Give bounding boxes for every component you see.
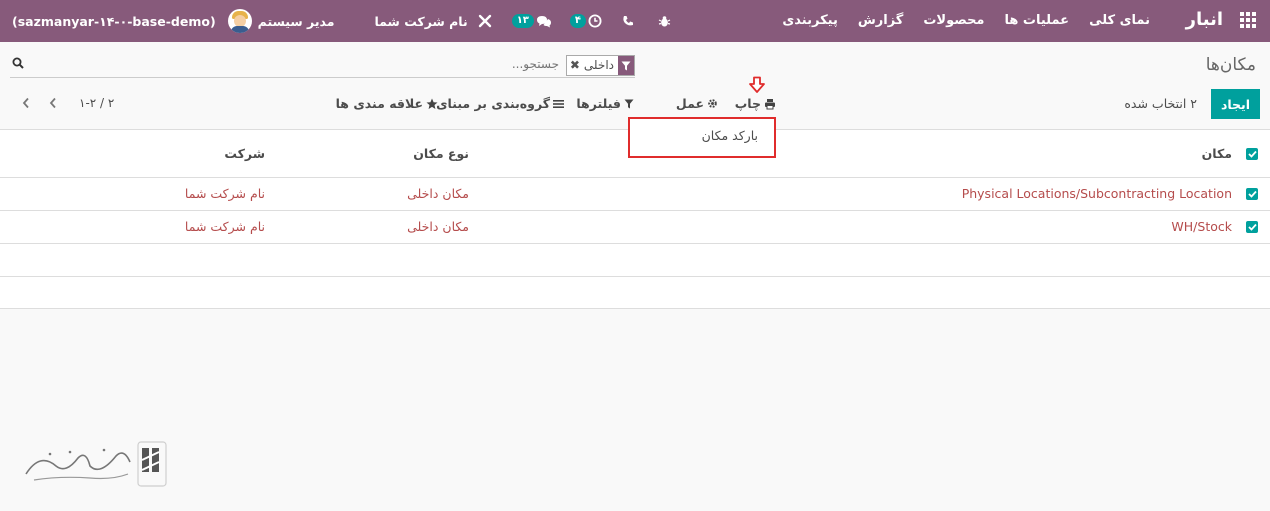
- database-name: (sazmanyar-۱۴-۰-base-demo): [12, 13, 216, 29]
- clock-icon: [588, 14, 602, 28]
- messages-badge: ۱۳: [511, 14, 534, 28]
- table-row[interactable]: Physical Locations/Subcontracting Locati…: [0, 177, 1270, 210]
- menu-item-configuration[interactable]: پیکربندی: [782, 13, 837, 28]
- page-title: مکان‌ها: [1205, 55, 1256, 75]
- action-label: عمل: [675, 96, 704, 111]
- chat-icon: [536, 15, 551, 27]
- remove-facet-icon[interactable]: ✖: [567, 56, 580, 75]
- search-input[interactable]: [259, 57, 559, 71]
- company-name[interactable]: نام شرکت شما: [374, 14, 467, 29]
- filters-menu-button[interactable]: فیلترها: [576, 96, 634, 111]
- pager-next-icon[interactable]: [18, 94, 34, 112]
- cell-location-type: مکان داخلی: [407, 186, 469, 201]
- favorites-menu-button[interactable]: علاقه مندی ها: [336, 96, 438, 111]
- pager-value[interactable]: ۱-۲ / ۲: [79, 96, 114, 110]
- groupby-menu-button[interactable]: گروه‌بندی بر مبنای: [436, 96, 564, 111]
- gear-icon: [708, 99, 717, 108]
- cell-location-type: مکان داخلی: [407, 219, 469, 234]
- table-row[interactable]: WH/Stock مکان داخلی نام شرکت شما: [0, 210, 1270, 243]
- select-all-checkbox[interactable]: [1246, 148, 1258, 160]
- favorites-label: علاقه مندی ها: [335, 96, 423, 111]
- empty-row: [0, 243, 1270, 276]
- down-arrow-icon: [749, 76, 765, 93]
- messages-menu[interactable]: ۱۳: [511, 14, 552, 28]
- search-facet[interactable]: داخلی ✖: [565, 55, 635, 76]
- column-header-location[interactable]: مکان: [1202, 146, 1232, 161]
- bars-icon: [553, 99, 564, 108]
- cell-company: نام شرکت شما: [184, 219, 265, 234]
- print-menu-button[interactable]: چاپ: [735, 96, 776, 111]
- pager-previous-icon[interactable]: [45, 94, 61, 112]
- menu-item-operations[interactable]: عملیات ها: [1004, 13, 1069, 28]
- menu-item-reporting[interactable]: گزارش: [858, 13, 904, 28]
- cell-location: Physical Locations/Subcontracting Locati…: [961, 186, 1232, 201]
- app-brand[interactable]: انبار: [1186, 9, 1223, 30]
- print-label: چاپ: [734, 96, 761, 111]
- search-bar: داخلی ✖: [10, 54, 635, 78]
- filter-icon: [618, 56, 634, 75]
- filters-label: فیلترها: [576, 96, 621, 111]
- cell-company: نام شرکت شما: [184, 186, 265, 201]
- user-name: مدیر سیستم: [257, 13, 335, 29]
- activities-menu[interactable]: ۴: [569, 14, 602, 28]
- row-checkbox[interactable]: [1246, 221, 1258, 233]
- main-menu: نمای کلی عملیات ها محصولات گزارش پیکربند…: [782, 13, 1150, 28]
- debug-tools-icon[interactable]: [478, 14, 492, 28]
- star-icon: [426, 98, 438, 109]
- top-navbar: انبار نمای کلی عملیات ها محصولات گزارش پ…: [0, 0, 1270, 42]
- row-checkbox[interactable]: [1246, 188, 1258, 200]
- menu-item-overview[interactable]: نمای کلی: [1089, 13, 1150, 28]
- apps-menu-icon[interactable]: [1240, 12, 1256, 28]
- groupby-label: گروه‌بندی بر مبنای: [436, 96, 550, 111]
- dropdown-item-location-barcode[interactable]: بارکد مکان: [702, 128, 758, 143]
- watermark-logo: [25, 441, 167, 487]
- empty-row: [0, 276, 1270, 309]
- search-icon[interactable]: [12, 57, 24, 72]
- activities-badge: ۴: [569, 14, 587, 28]
- cell-location: WH/Stock: [1171, 219, 1232, 234]
- user-menu[interactable]: مدیر سیستم: [227, 9, 335, 33]
- systray: (sazmanyar-۱۴-۰-base-demo) مدیر سیستم نا…: [12, 8, 685, 34]
- selected-count: ۲ انتخاب شده: [1124, 96, 1197, 111]
- create-button[interactable]: ایجاد: [1211, 89, 1260, 119]
- facet-value: داخلی: [583, 58, 614, 72]
- phone-icon[interactable]: [622, 15, 634, 27]
- print-icon: [765, 98, 775, 109]
- filter-icon: [624, 99, 634, 108]
- menu-item-products[interactable]: محصولات: [923, 13, 984, 28]
- column-header-company[interactable]: شرکت: [224, 146, 265, 161]
- bug-icon[interactable]: [658, 15, 671, 28]
- avatar: [227, 9, 252, 33]
- column-header-location-type[interactable]: نوع مکان: [413, 146, 469, 161]
- print-dropdown-menu: بارکد مکان: [628, 117, 776, 158]
- action-menu-button[interactable]: عمل: [676, 96, 718, 111]
